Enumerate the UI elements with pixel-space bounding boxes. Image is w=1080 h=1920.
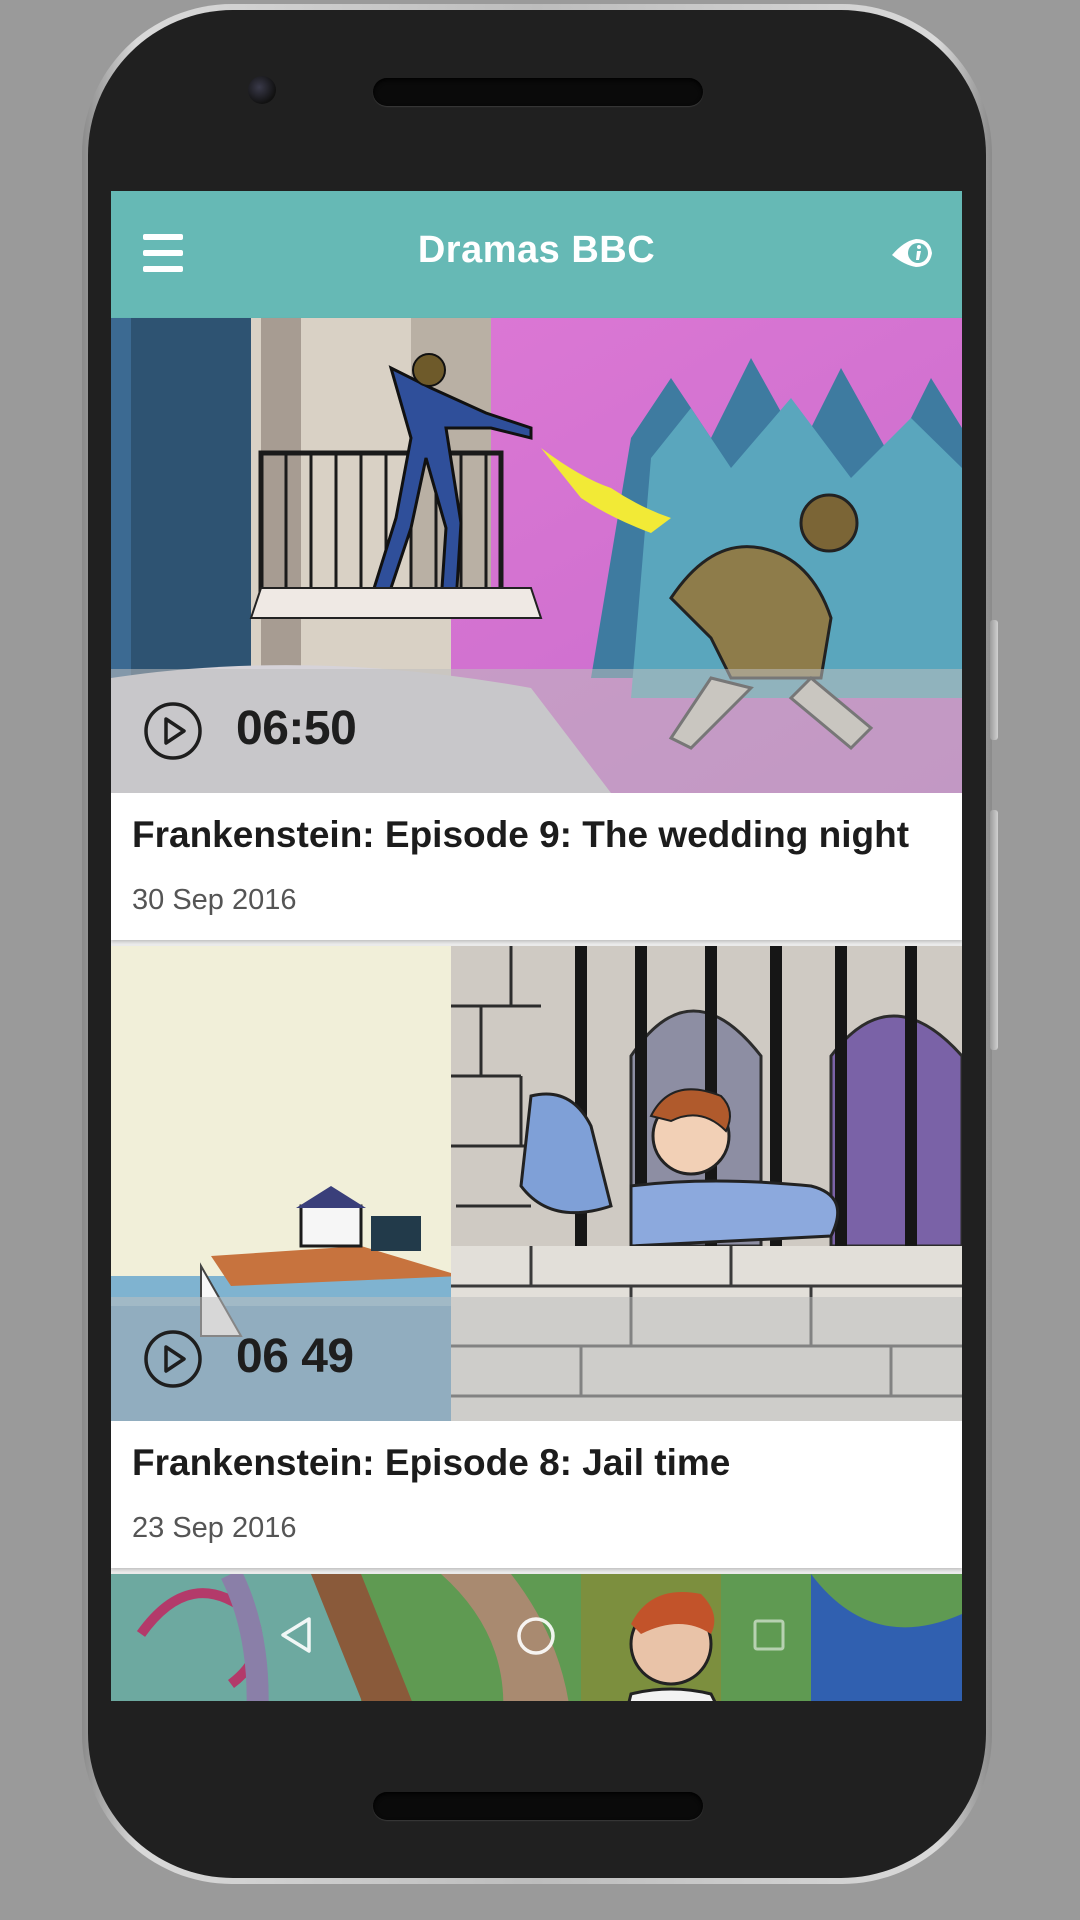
app-screen: Dramas BBC 06:50 Frankenstein: Episode 9… — [111, 191, 962, 1701]
back-icon[interactable] — [277, 1615, 317, 1655]
eye-info-icon[interactable] — [890, 231, 934, 275]
system-nav-bar — [111, 1571, 962, 1701]
duration-overlay: 06 49 — [111, 1297, 962, 1421]
episode-duration: 06 49 — [236, 1330, 354, 1383]
app-bar: Dramas BBC — [111, 191, 962, 318]
episode-card[interactable]: 06:50 Frankenstein: Episode 9: The weddi… — [111, 318, 962, 940]
episode-date: 23 Sep 2016 — [132, 1512, 297, 1544]
episode-card[interactable]: 06 49 Frankenstein: Episode 8: Jail time… — [111, 946, 962, 1568]
duration-overlay: 06:50 — [111, 669, 962, 793]
top-speaker — [373, 78, 703, 106]
app-title: Dramas BBC — [417, 229, 656, 271]
episode-duration: 06:50 — [236, 702, 357, 755]
episode-thumbnail[interactable]: 06 49 — [111, 946, 962, 1421]
power-button — [990, 810, 998, 1050]
recents-icon[interactable] — [751, 1617, 787, 1653]
volume-button — [990, 620, 998, 740]
play-icon[interactable] — [143, 1329, 203, 1389]
episode-title[interactable]: Frankenstein: Episode 9: The wedding nig… — [132, 814, 960, 856]
episode-title[interactable]: Frankenstein: Episode 8: Jail time — [132, 1442, 960, 1484]
play-icon[interactable] — [143, 701, 203, 761]
home-icon[interactable] — [515, 1615, 557, 1657]
episode-date: 30 Sep 2016 — [132, 884, 297, 916]
bottom-speaker — [373, 1792, 703, 1820]
front-camera — [248, 76, 276, 104]
episode-thumbnail[interactable]: 06:50 — [111, 318, 962, 793]
